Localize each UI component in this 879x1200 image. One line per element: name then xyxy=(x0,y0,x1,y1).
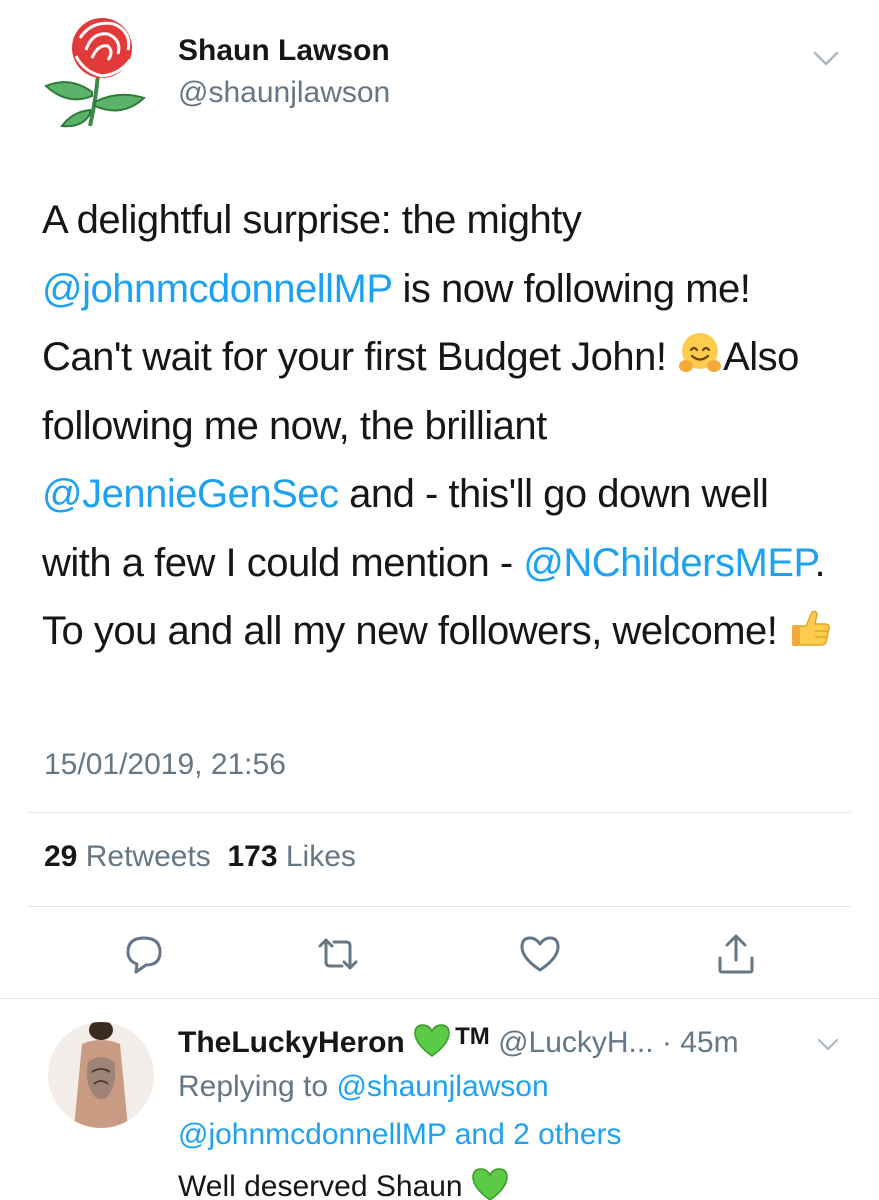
mention-link[interactable]: @JennieGenSec xyxy=(42,472,339,516)
divider xyxy=(28,812,851,813)
retweets-stat[interactable]: 29 Retweets xyxy=(44,840,211,873)
chevron-down-icon[interactable] xyxy=(816,1032,840,1056)
likes-stat[interactable]: 173 Likes xyxy=(227,840,355,873)
avatar[interactable] xyxy=(40,14,158,132)
reply-text: Well deserved Shaun xyxy=(178,1166,509,1200)
tweet-header: Shaun Lawson @shaunjlawson xyxy=(0,0,879,150)
reply-header: TheLuckyHeron TM @LuckyH... · 45m xyxy=(178,1022,739,1060)
hugging-face-emoji-icon xyxy=(677,329,723,375)
tweet-text-segment: A delightful surprise: the mighty xyxy=(42,198,582,242)
reply-text-content: Well deserved Shaun xyxy=(178,1170,471,1200)
divider xyxy=(28,906,851,907)
mention-link[interactable]: @NChildersMEP xyxy=(523,541,815,585)
reply-tweet[interactable]: TheLuckyHeron TM @LuckyH... · 45m Replyi… xyxy=(0,1000,879,1200)
reply-author-name[interactable]: TheLuckyHeron xyxy=(178,1026,405,1059)
tweet-text: A delightful surprise: the mighty @johnm… xyxy=(42,186,842,666)
tweet-timestamp[interactable]: 15/01/2019, 21:56 xyxy=(44,748,286,782)
replying-to-label: Replying to xyxy=(178,1070,337,1103)
green-heart-icon xyxy=(414,1024,450,1057)
mention-link[interactable]: @johnmcdonnellMP xyxy=(42,267,392,311)
green-heart-icon xyxy=(472,1168,508,1200)
replying-to: Replying to @shaunjlawson xyxy=(178,1070,549,1104)
like-icon[interactable] xyxy=(518,932,562,976)
retweets-count: 29 xyxy=(44,840,78,873)
rose-logo-icon xyxy=(44,18,146,128)
divider xyxy=(0,998,879,999)
share-icon[interactable] xyxy=(714,932,758,976)
tweet-stats: 29 Retweets 173 Likes xyxy=(44,840,356,874)
chevron-down-icon[interactable] xyxy=(812,44,840,72)
reply-avatar[interactable] xyxy=(48,1022,154,1128)
likes-count: 173 xyxy=(227,840,278,873)
retweet-icon[interactable] xyxy=(316,932,360,976)
thumbs-up-emoji-icon xyxy=(788,603,834,649)
replying-to-others[interactable]: @johnmcdonnellMP and 2 others xyxy=(178,1118,622,1152)
replying-to-handle[interactable]: @shaunjlawson xyxy=(336,1070,548,1103)
author-name[interactable]: Shaun Lawson xyxy=(178,34,390,68)
likes-label: Likes xyxy=(285,840,356,873)
reply-handle-time: @LuckyH... · 45m xyxy=(498,1026,739,1059)
retweets-label: Retweets xyxy=(85,840,211,873)
trademark-mark: TM xyxy=(455,1023,490,1050)
reply-icon[interactable] xyxy=(122,932,166,976)
author-handle[interactable]: @shaunjlawson xyxy=(178,76,390,110)
